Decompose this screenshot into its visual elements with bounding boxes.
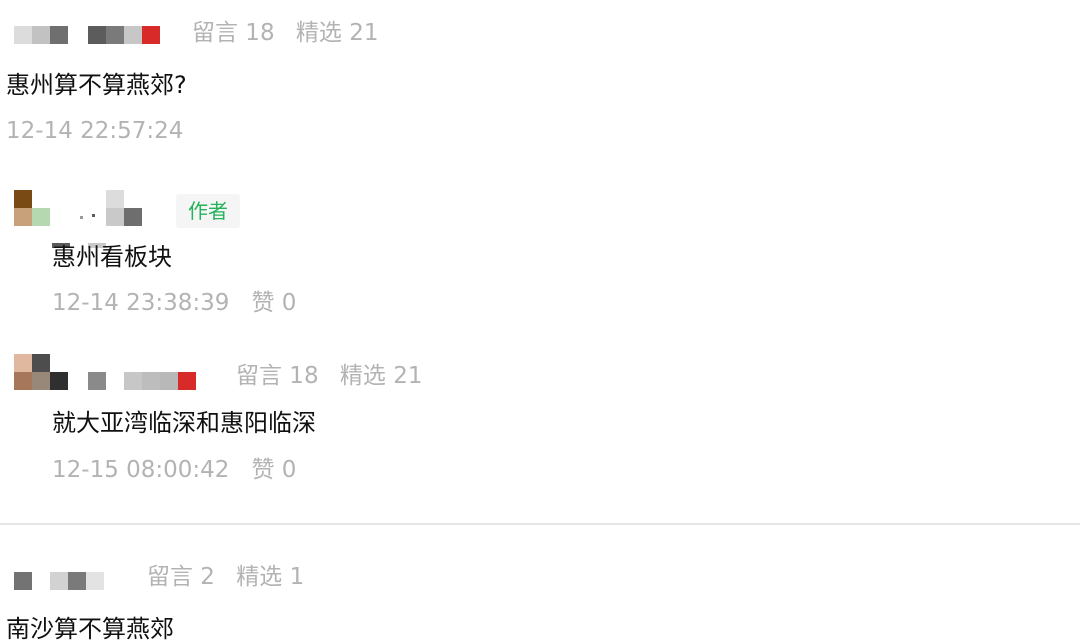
censor-block	[32, 372, 50, 390]
censor-block	[14, 372, 32, 390]
comment-text: 南沙算不算燕郊	[6, 615, 174, 643]
censor-block	[88, 26, 106, 44]
censor-block	[14, 26, 32, 44]
censor-block	[14, 208, 32, 226]
comment-text: 惠州算不算燕郊?	[6, 71, 187, 99]
censor-block	[142, 372, 160, 390]
censor-block	[106, 26, 124, 44]
thread-divider	[0, 523, 1080, 525]
censor-block	[124, 208, 142, 226]
censor-block	[88, 372, 106, 390]
like-count[interactable]: 赞 0	[251, 457, 296, 483]
censor-block	[32, 208, 50, 226]
censor-block	[68, 572, 86, 590]
censor-block	[124, 372, 142, 390]
censor-block	[106, 190, 124, 208]
censor-block	[160, 372, 178, 390]
comment-time: 12-14 22:57:24	[6, 118, 184, 144]
user-stats: 留言 18 精选 21	[192, 22, 392, 45]
reply-text: 惠州看板块	[52, 243, 172, 271]
censor-block	[124, 26, 142, 44]
censor-block	[14, 354, 32, 372]
censor-block	[50, 26, 68, 44]
censor-block	[50, 372, 68, 390]
messages-count: 留言 18	[236, 363, 319, 389]
messages-count: 留言 18	[192, 20, 275, 46]
featured-count: 精选 21	[339, 363, 423, 389]
censor-block	[50, 572, 68, 590]
user-stats: 留言 2 精选 1	[147, 566, 318, 589]
featured-count: 精选 1	[236, 564, 305, 590]
censor-block	[92, 214, 95, 217]
censor-block	[80, 216, 83, 219]
censor-block	[142, 26, 160, 44]
author-badge: 作者	[176, 194, 240, 228]
user-stats: 留言 18 精选 21	[236, 365, 436, 388]
censor-block	[14, 572, 32, 590]
reply-text: 就大亚湾临深和惠阳临深	[52, 409, 316, 437]
censor-block	[86, 572, 104, 590]
featured-count: 精选 21	[295, 20, 379, 46]
like-count[interactable]: 赞 0	[251, 290, 296, 316]
reply-meta: 12-15 08:00:42 赞 0	[52, 459, 296, 482]
censor-block	[32, 26, 50, 44]
censor-block	[14, 190, 32, 208]
reply-time: 12-14 23:38:39	[52, 290, 230, 316]
reply-meta: 12-14 23:38:39 赞 0	[52, 292, 296, 315]
censor-block	[178, 372, 196, 390]
reply-time: 12-15 08:00:42	[52, 457, 230, 483]
censor-block	[32, 354, 50, 372]
censor-block	[106, 208, 124, 226]
messages-count: 留言 2	[147, 564, 215, 590]
